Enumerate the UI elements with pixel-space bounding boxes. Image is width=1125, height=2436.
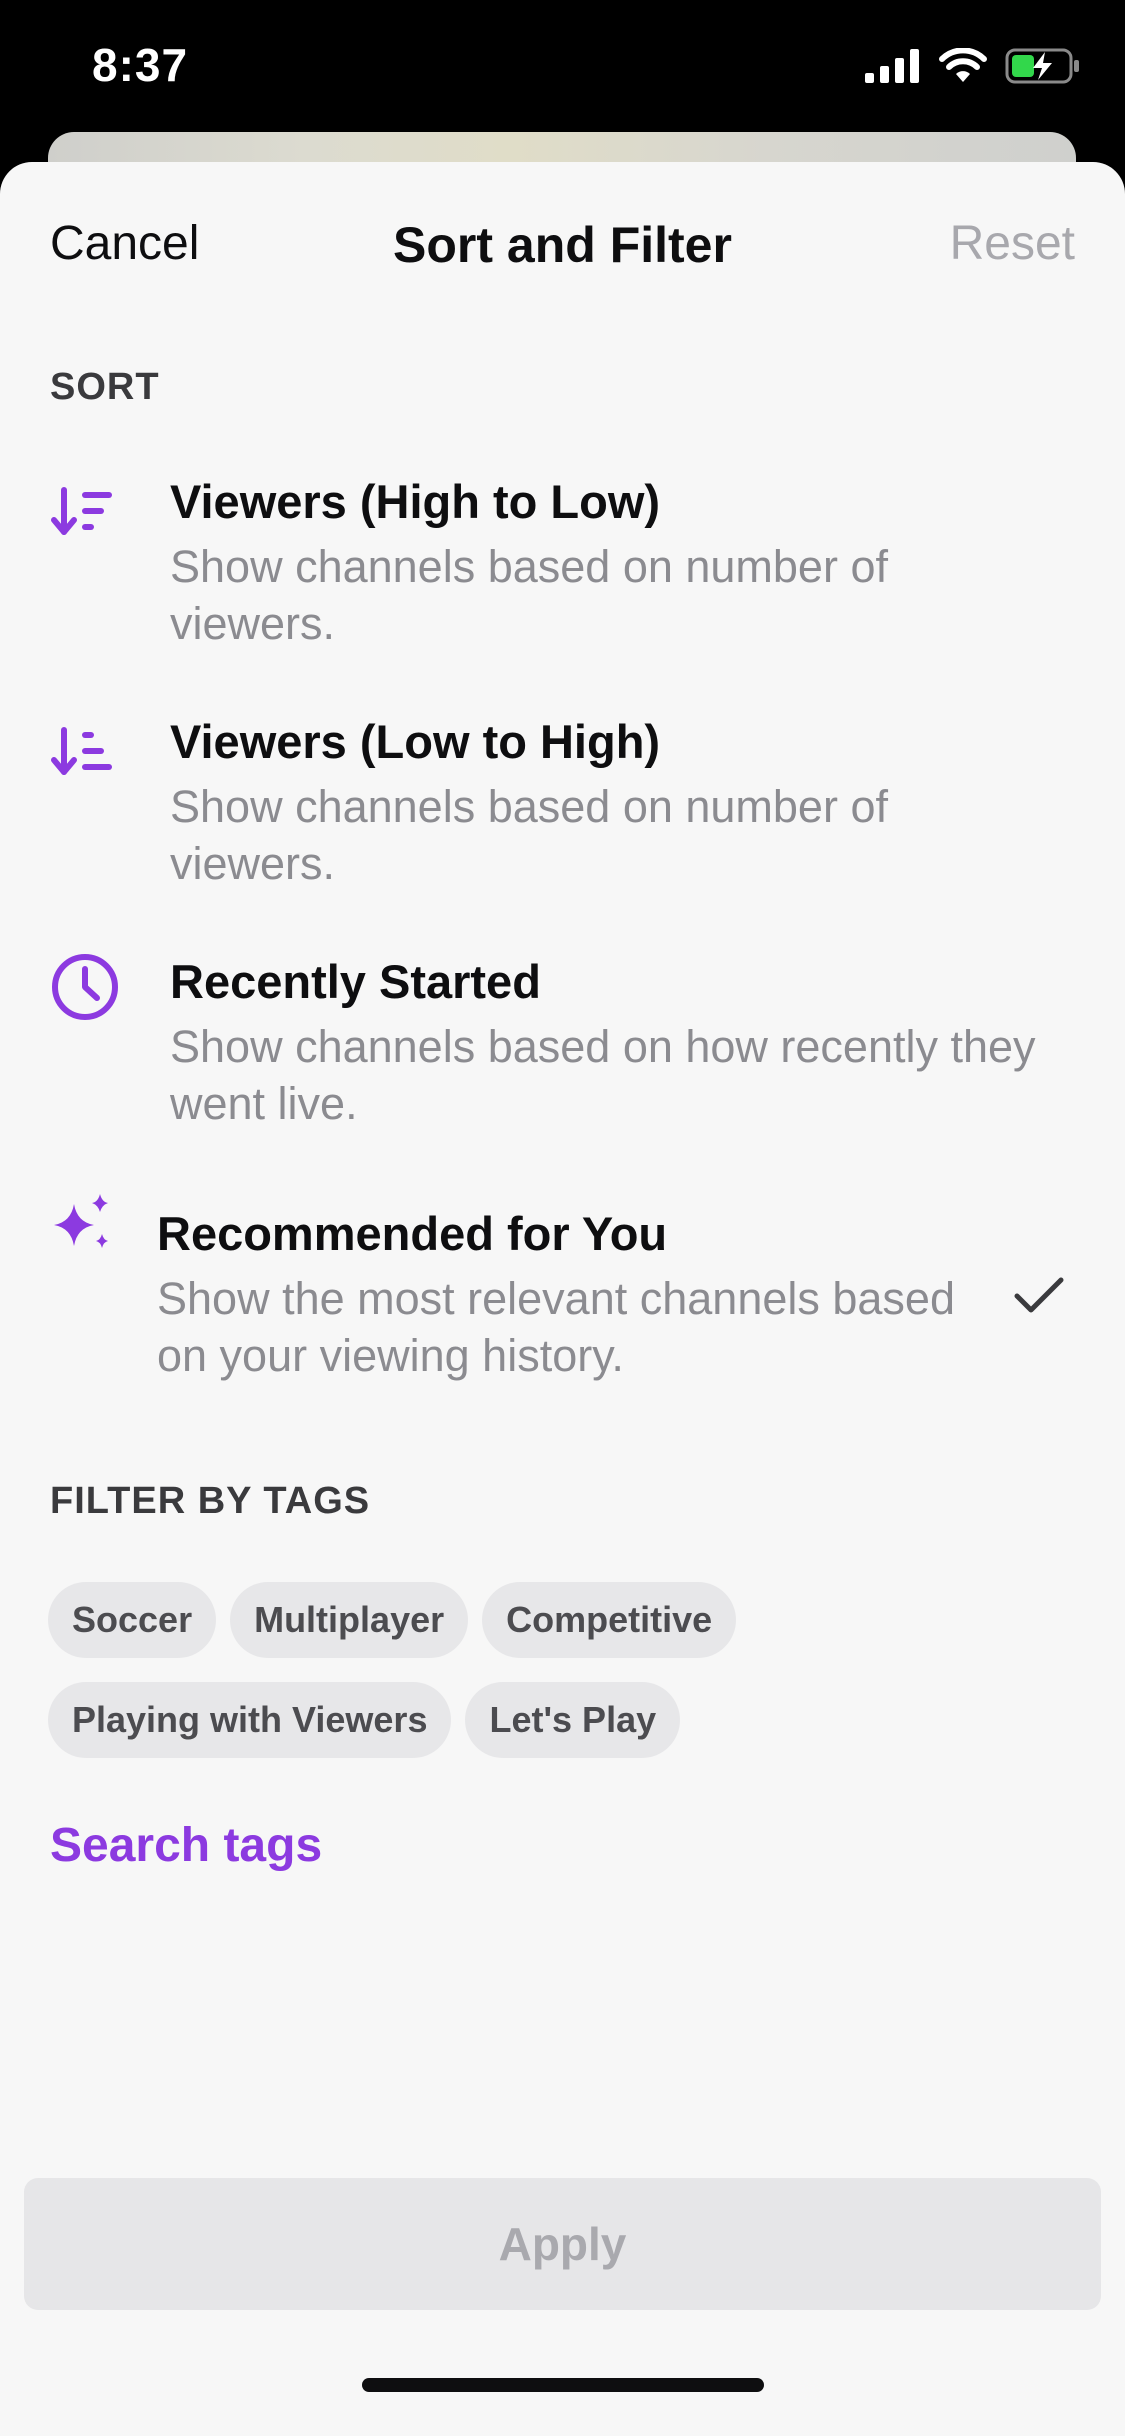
tag-row: Soccer Multiplayer Competitive [48,1582,1078,1658]
cellular-signal-icon [865,49,919,83]
status-icons [865,48,1081,84]
sort-section-heading: SORT [50,366,160,408]
filter-section-heading: FILTER BY TAGS [50,1480,371,1522]
sort-option-title: Viewers (High to Low) [170,475,661,528]
sort-option-description: Show channels based on number of viewers… [170,781,888,889]
tag-playing-with-viewers[interactable]: Playing with Viewers [48,1682,452,1758]
home-indicator [362,2378,764,2392]
sort-option-viewers-high-low[interactable]: Viewers (High to Low) Show channels base… [0,472,1125,672]
nav-bar: Cancel Sort and Filter Reset [0,162,1125,332]
tag-multiplayer[interactable]: Multiplayer [230,1582,469,1658]
search-tags-link[interactable]: Search tags [50,1818,322,1873]
sort-option-viewers-low-high[interactable]: Viewers (Low to High) Show channels base… [0,712,1125,912]
tag-soccer[interactable]: Soccer [48,1582,217,1658]
battery-charging-icon [1005,48,1079,84]
sort-option-title: Viewers (Low to High) [170,715,661,768]
sort-option-description: Show channels based on how recently they… [170,1021,1036,1129]
status-time: 8:37 [92,39,189,91]
sort-ascending-icon [51,727,112,775]
sort-option-description: Show channels based on number of viewers… [170,541,888,649]
tag-competitive[interactable]: Competitive [482,1582,737,1658]
wifi-icon [939,48,987,82]
status-bar: 8:37 [0,0,1125,140]
tag-list: Soccer Multiplayer Competitive Playing w… [48,1582,1078,1782]
sort-option-recommended[interactable]: Recommended for You Show the most releva… [0,1186,1125,1406]
sort-filter-sheet: Cancel Sort and Filter Reset SORT Viewer… [0,162,1125,2436]
sort-option-description: Show the most relevant channels based on… [157,1273,955,1381]
checkmark-icon [1014,1277,1064,1313]
sort-option-title: Recently Started [170,955,541,1008]
tag-lets-play[interactable]: Let's Play [465,1682,681,1758]
tag-row: Playing with Viewers Let's Play [48,1682,1078,1758]
clock-icon [52,954,118,1020]
sort-option-title: Recommended for You [157,1207,668,1260]
reset-button[interactable]: Reset [950,216,1075,271]
sort-descending-icon [51,487,112,535]
apply-button[interactable]: Apply [24,2178,1101,2310]
sort-option-recently-started[interactable]: Recently Started Show channels based on … [0,952,1125,1152]
sparkle-icon [54,1194,108,1248]
